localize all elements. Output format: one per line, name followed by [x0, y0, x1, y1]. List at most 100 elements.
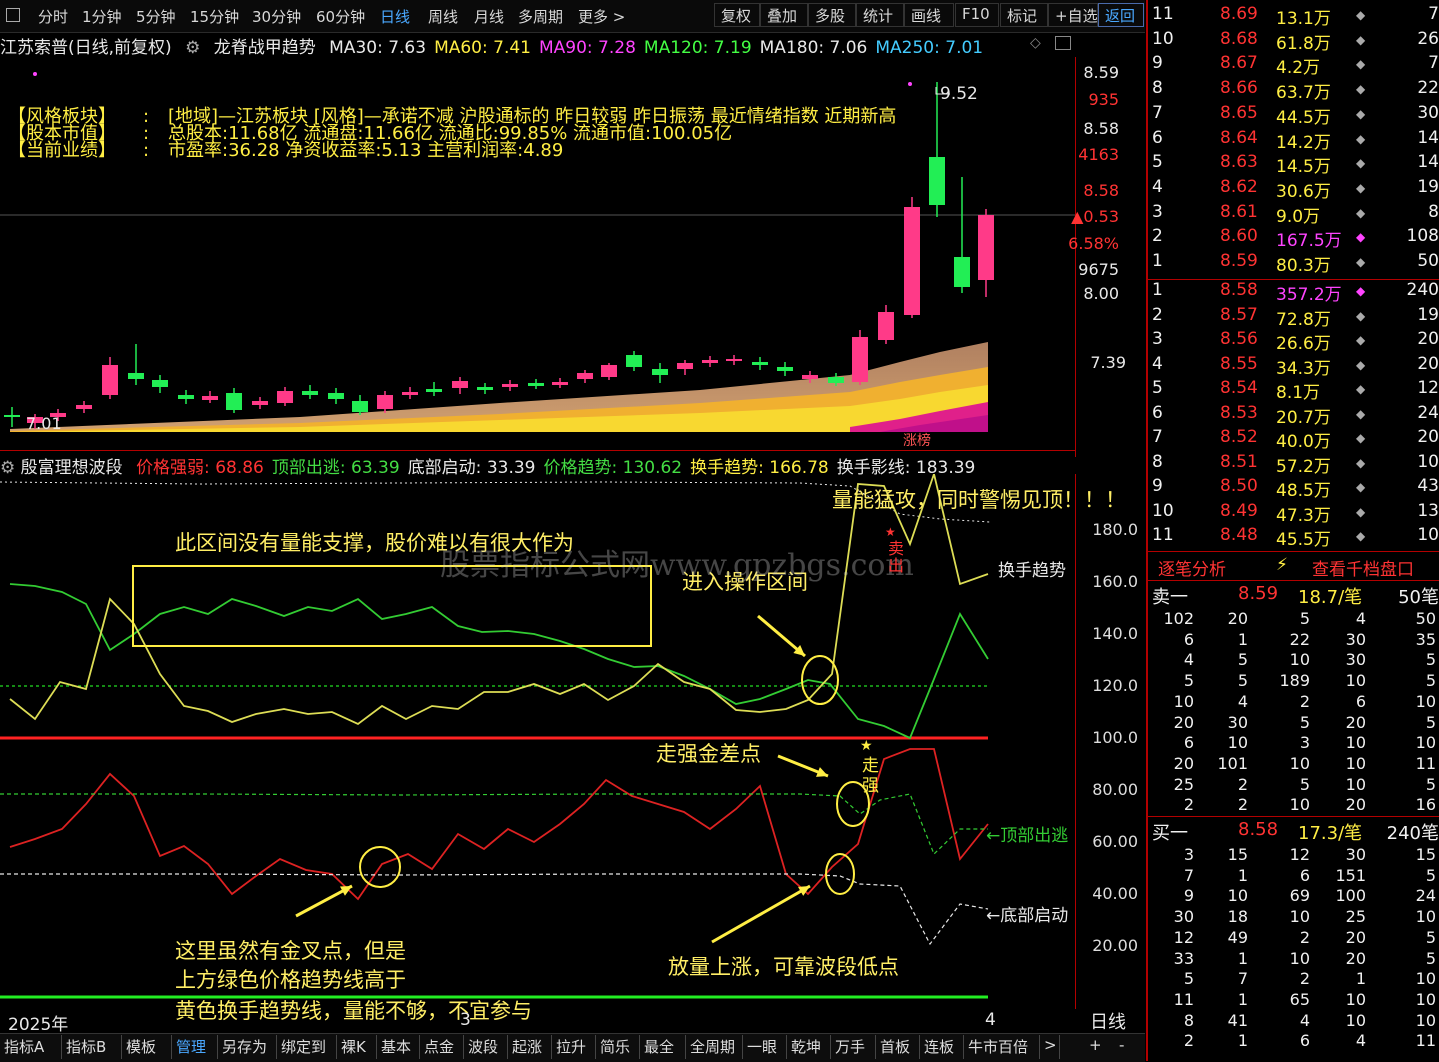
period-5[interactable]: 60分钟 [316, 6, 365, 27]
settings-gear-icon[interactable]: ⚙ [185, 38, 200, 58]
tool-1[interactable]: 叠加 [760, 3, 808, 27]
buy-level-5[interactable]: 5 8.54 8.1万 ◆ 12 [1148, 378, 1439, 403]
period-6[interactable]: 日线 [380, 6, 410, 27]
sell-level-9[interactable]: 9 8.67 4.2万 ◆ 7 [1148, 53, 1439, 78]
buy-level-10[interactable]: 10 8.49 47.3万 ◆ 13 [1148, 501, 1439, 526]
indicator-tab-5[interactable]: 绑定到 [277, 1035, 337, 1059]
buy-queue-cell: 15 [1227, 845, 1248, 864]
buy-level-3[interactable]: 3 8.56 26.6万 ◆ 20 [1148, 329, 1439, 354]
period-10[interactable]: 更多 > [578, 6, 625, 27]
sell-level-6[interactable]: 6 8.64 14.2万 ◆ 14 [1148, 128, 1439, 153]
candle-5 [128, 373, 144, 379]
buy-level-7[interactable]: 7 8.52 40.0万 ◆ 20 [1148, 427, 1439, 452]
indicator-tab-13[interactable]: 最全 [640, 1035, 686, 1059]
sell-level-8[interactable]: 8 8.66 63.7万 ◆ 22 [1148, 78, 1439, 103]
buy-level-8[interactable]: 8 8.51 57.2万 ◆ 10 [1148, 452, 1439, 477]
period-1[interactable]: 1分钟 [82, 6, 122, 27]
tool-2[interactable]: 多股 [808, 3, 856, 27]
sell-level-3[interactable]: 3 8.61 9.0万 ◆ 8 [1148, 202, 1439, 227]
indicator-tab-4[interactable]: 另存为 [218, 1035, 277, 1059]
sell-level-1[interactable]: 1 8.59 80.3万 ◆ 50 [1148, 251, 1439, 276]
indicator-tab-18[interactable]: 首板 [876, 1035, 920, 1059]
indicator-tab-20[interactable]: 牛市百倍 [964, 1035, 1040, 1059]
sell-level-10[interactable]: 10 8.68 61.8万 ◆ 26 [1148, 29, 1439, 54]
buy-level-2[interactable]: 2 8.57 72.8万 ◆ 19 [1148, 305, 1439, 330]
level-price: 8.55 [1220, 353, 1258, 374]
depth-tab[interactable]: 查看千档盘口 [1312, 555, 1414, 580]
indicator-tab-12[interactable]: 简乐 [596, 1035, 640, 1059]
indicator-title[interactable]: 龙脊战甲趋势 [214, 38, 316, 58]
level-price: 8.54 [1220, 378, 1258, 398]
zoom-out-button[interactable]: - [1115, 1035, 1143, 1059]
candle-25 [626, 355, 642, 367]
buy-level-6[interactable]: 6 8.53 20.7万 ◆ 24 [1148, 402, 1439, 428]
menu-icon[interactable] [6, 8, 20, 22]
buy-level-9[interactable]: 9 8.50 48.5万 ◆ 43 [1148, 476, 1439, 501]
level-number: 6 [1152, 402, 1163, 423]
period-0[interactable]: 分时 [38, 6, 68, 27]
buy-queue-cell: 20 [1345, 927, 1366, 947]
ma-value-0: MA30: 7.63 [329, 38, 427, 58]
candle-3 [76, 405, 92, 409]
indicator-axis-label-0: 180.0 [1092, 520, 1138, 539]
tool-7[interactable]: +自选 [1048, 3, 1098, 27]
period-label[interactable]: 日线 [1090, 1008, 1126, 1034]
buy-level-11[interactable]: 11 8.48 45.5万 ◆ 10 [1148, 525, 1439, 550]
indicator-tab-19[interactable]: 连板 [920, 1035, 964, 1059]
sell-level-11[interactable]: 11 8.69 13.1万 ◆ 7 [1148, 4, 1439, 29]
indicator-tab-16[interactable]: 乾坤 [787, 1035, 831, 1059]
buy-level-1[interactable]: 1 8.58 357.2万 ◆ 240 [1148, 280, 1439, 305]
period-3[interactable]: 15分钟 [190, 6, 239, 27]
level-dot-icon: ◆ [1356, 8, 1366, 22]
level-count: 240 [1406, 280, 1439, 300]
indicator-tab-10[interactable]: 起涨 [508, 1035, 552, 1059]
level-dot-icon: ◆ [1356, 230, 1366, 245]
period-9[interactable]: 多周期 [518, 6, 563, 27]
indicator-tab-14[interactable]: 全周期 [686, 1035, 743, 1059]
indicator-tab-9[interactable]: 波段 [464, 1035, 508, 1059]
indicator-tab-11[interactable]: 拉升 [552, 1035, 596, 1059]
indicator-tab-2[interactable]: 模板 [122, 1035, 172, 1059]
tool-8[interactable]: 返回 [1098, 3, 1144, 27]
sell-level-5[interactable]: 5 8.63 14.5万 ◆ 14 [1148, 152, 1439, 177]
sell-queue-cell: 10 [1227, 733, 1248, 753]
sell-queue-cell: 2 [1237, 795, 1248, 815]
panel-toggle-icon[interactable] [1055, 36, 1071, 50]
tool-4[interactable]: 画线 [904, 3, 954, 27]
buy-queue-cell: 10 [1345, 1010, 1366, 1030]
buy-level-4[interactable]: 4 8.55 34.3万 ◆ 20 [1148, 353, 1439, 379]
period-2[interactable]: 5分钟 [136, 6, 176, 27]
buy-queue-cell: 6 [1299, 865, 1310, 885]
indicator-tab-7[interactable]: 基本 [377, 1035, 420, 1059]
candle-32 [802, 375, 818, 379]
indicator-tab-0[interactable]: 指标A [0, 1035, 62, 1059]
sell-level-4[interactable]: 4 8.62 30.6万 ◆ 19 [1148, 177, 1439, 202]
tool-0[interactable]: 复权 [714, 3, 760, 27]
period-4[interactable]: 30分钟 [252, 6, 301, 27]
tool-6[interactable]: 标记 [1000, 3, 1048, 27]
zoom-in-button[interactable]: + [1085, 1035, 1113, 1059]
tool-5[interactable]: F10 [955, 3, 999, 27]
candle-34 [852, 337, 868, 382]
indicator-tab-1[interactable]: 指标B [62, 1035, 122, 1059]
annotation-arrow-3 [711, 884, 811, 944]
period-8[interactable]: 月线 [474, 6, 504, 27]
indicator-tab-17[interactable]: 万手 [831, 1035, 876, 1059]
indicator-tab-8[interactable]: 点金 [420, 1035, 464, 1059]
indicator-tab-6[interactable]: 裸K [337, 1035, 377, 1059]
period-7[interactable]: 周线 [428, 6, 458, 27]
indicator-tab-21[interactable]: > [1040, 1035, 1060, 1059]
indicator-tab-3[interactable]: 管理 [172, 1035, 218, 1059]
indicator-tab-15[interactable]: 一眼 [743, 1035, 787, 1059]
sell-level-7[interactable]: 7 8.65 44.5万 ◆ 30 [1148, 103, 1439, 128]
tool-3[interactable]: 统计 [856, 3, 904, 27]
candle-30 [752, 362, 768, 365]
candle-22 [552, 382, 568, 385]
tick-analysis-tab[interactable]: 逐笔分析 [1158, 555, 1226, 580]
buy-queue-cell: 7 [1237, 969, 1248, 989]
diamond-icon[interactable]: ◇ [1030, 35, 1041, 51]
buy-queue-cell: 10 [1415, 907, 1436, 927]
sell-level-2[interactable]: 2 8.60 167.5万 ◆ 108 [1148, 226, 1439, 251]
sell-queue-cell: 101 [1217, 753, 1248, 773]
level-count: 14 [1417, 152, 1439, 173]
